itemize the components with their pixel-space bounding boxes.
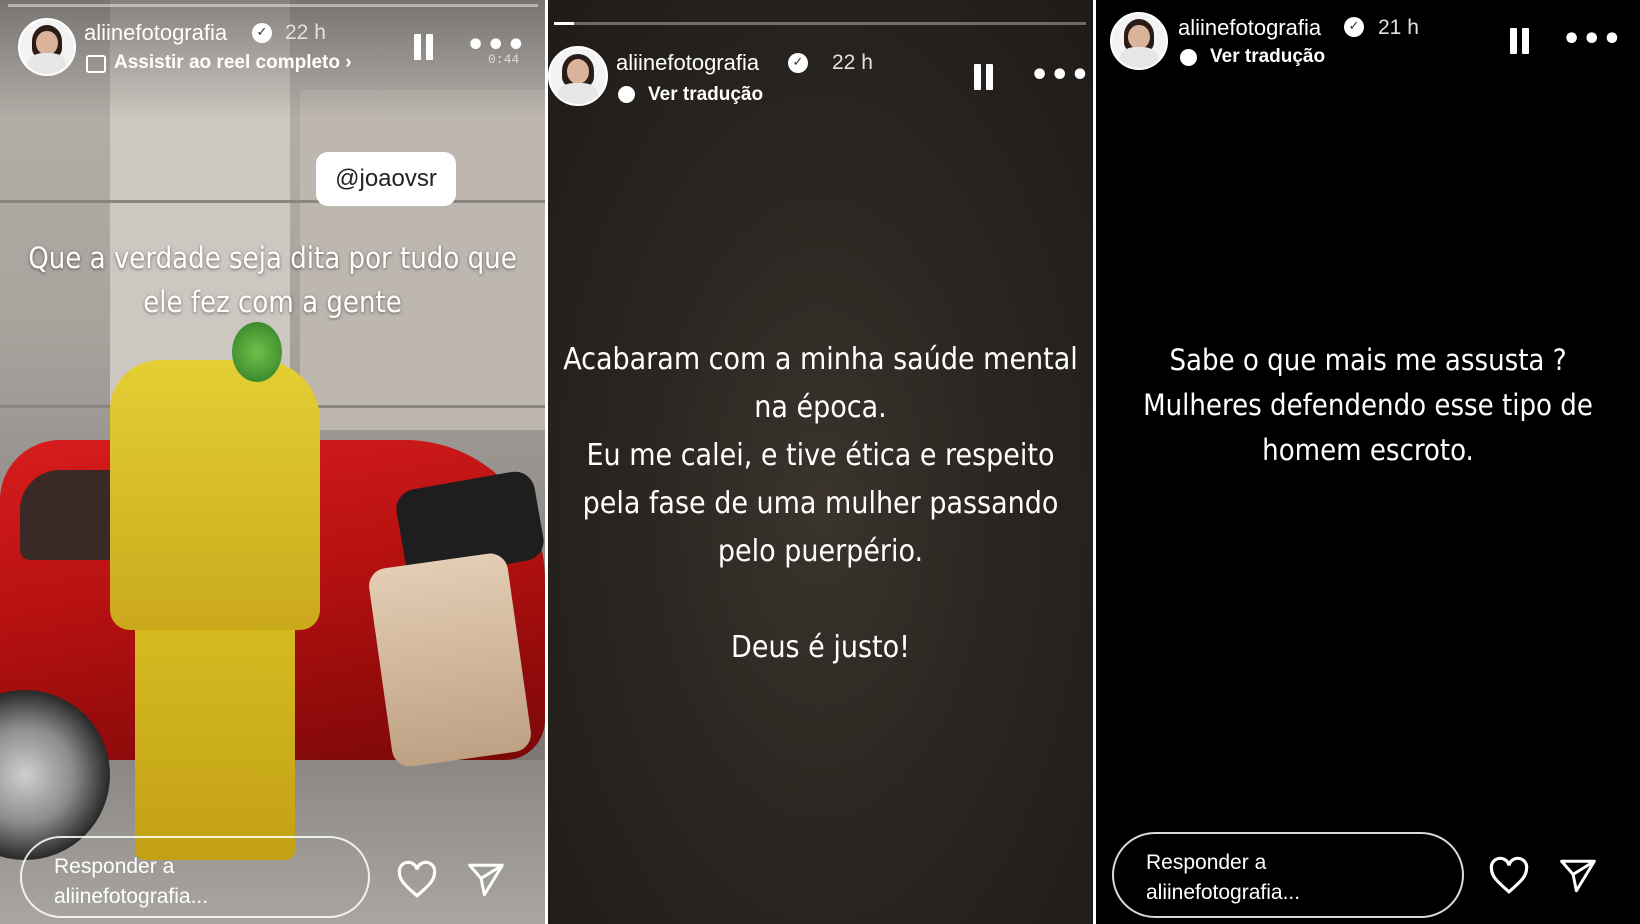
story-panel-3: aliinefotografia ✓ 21 h Ver tradução •••… xyxy=(1096,0,1640,924)
story-caption: Que a verdade seja dita por tudo que ele… xyxy=(0,236,545,324)
see-translation-link[interactable]: Ver tradução xyxy=(648,84,763,106)
person-head xyxy=(232,322,282,382)
post-time: 22 h xyxy=(832,51,873,74)
reel-icon xyxy=(86,55,106,73)
more-options-icon[interactable]: ••• xyxy=(1030,61,1091,91)
speech-bubble-icon xyxy=(1180,49,1197,66)
mention-sticker[interactable]: @joaovsr xyxy=(316,152,456,206)
avatar[interactable] xyxy=(18,18,76,76)
verified-badge-icon: ✓ xyxy=(788,53,808,73)
avatar[interactable] xyxy=(548,46,608,106)
progress-bar xyxy=(8,4,538,7)
reply-placeholder-line: aliinefotografia... xyxy=(54,885,209,908)
caption-line: Deus é justo! xyxy=(731,630,910,665)
caption-line: na época. xyxy=(754,390,887,425)
watch-full-reel-link[interactable]: Assistir ao reel completo › xyxy=(114,52,352,74)
post-time: 22 h xyxy=(285,21,326,44)
caption-line: Sabe o que mais me assusta ? xyxy=(1169,343,1567,377)
verified-badge-icon: ✓ xyxy=(252,23,272,43)
person-legs xyxy=(135,600,295,860)
send-icon[interactable] xyxy=(1558,858,1598,894)
caption-line-blank xyxy=(548,576,1093,624)
car-door xyxy=(366,551,534,769)
video-time: 0:44 xyxy=(488,52,520,67)
username[interactable]: aliinefotografia xyxy=(1178,15,1321,41)
wall-seam xyxy=(0,200,545,203)
username[interactable]: aliinefotografia xyxy=(616,50,759,76)
reply-input[interactable]: Responder a aliinefotografia... xyxy=(1112,832,1464,918)
reply-input[interactable]: Responder a aliinefotografia... xyxy=(20,836,370,918)
story-caption: Acabaram com a minha saúde mental na épo… xyxy=(548,336,1093,672)
reply-placeholder-line: Responder a xyxy=(54,855,175,878)
pause-icon[interactable] xyxy=(974,64,994,90)
caption-line: Mulheres defendendo esse tipo de xyxy=(1143,388,1593,422)
post-time: 21 h xyxy=(1378,16,1419,39)
progress-bar-fill xyxy=(554,22,574,25)
caption-line: ele fez com a gente xyxy=(143,285,402,319)
story-panel-1: aliinefotografia ✓ 22 h Assistir ao reel… xyxy=(0,0,545,924)
person-jacket xyxy=(110,360,320,630)
caption-line: Que a verdade seja dita por tudo que xyxy=(28,241,517,275)
speech-bubble-icon xyxy=(618,86,635,103)
verified-badge-icon: ✓ xyxy=(1344,17,1364,37)
caption-line: pela fase de uma mulher passando xyxy=(582,486,1059,521)
reply-placeholder-line: Responder a xyxy=(1146,851,1267,874)
watch-full-reel-label: Assistir ao reel completo xyxy=(114,52,340,73)
pause-icon[interactable] xyxy=(1510,28,1530,54)
avatar[interactable] xyxy=(1110,12,1168,70)
story-panel-2: aliinefotografia ✓ 22 h Ver tradução •••… xyxy=(548,0,1093,924)
more-options-icon[interactable]: ••• xyxy=(1562,25,1623,55)
caption-line: Eu me calei, e tive ética e respeito xyxy=(586,438,1055,473)
heart-icon[interactable] xyxy=(396,860,438,900)
see-translation-link[interactable]: Ver tradução xyxy=(1210,46,1325,68)
reply-placeholder-line: aliinefotografia... xyxy=(1146,881,1301,904)
heart-icon[interactable] xyxy=(1488,856,1530,896)
caption-line: Acabaram com a minha saúde mental xyxy=(563,342,1078,377)
caption-line: pelo puerpério. xyxy=(717,534,924,569)
username[interactable]: aliinefotografia xyxy=(84,20,227,46)
caption-line: homem escroto. xyxy=(1262,433,1474,467)
story-caption: Sabe o que mais me assusta ? Mulheres de… xyxy=(1096,338,1640,473)
progress-bar xyxy=(554,22,1086,25)
send-icon[interactable] xyxy=(466,862,506,898)
pause-icon[interactable] xyxy=(414,34,434,60)
